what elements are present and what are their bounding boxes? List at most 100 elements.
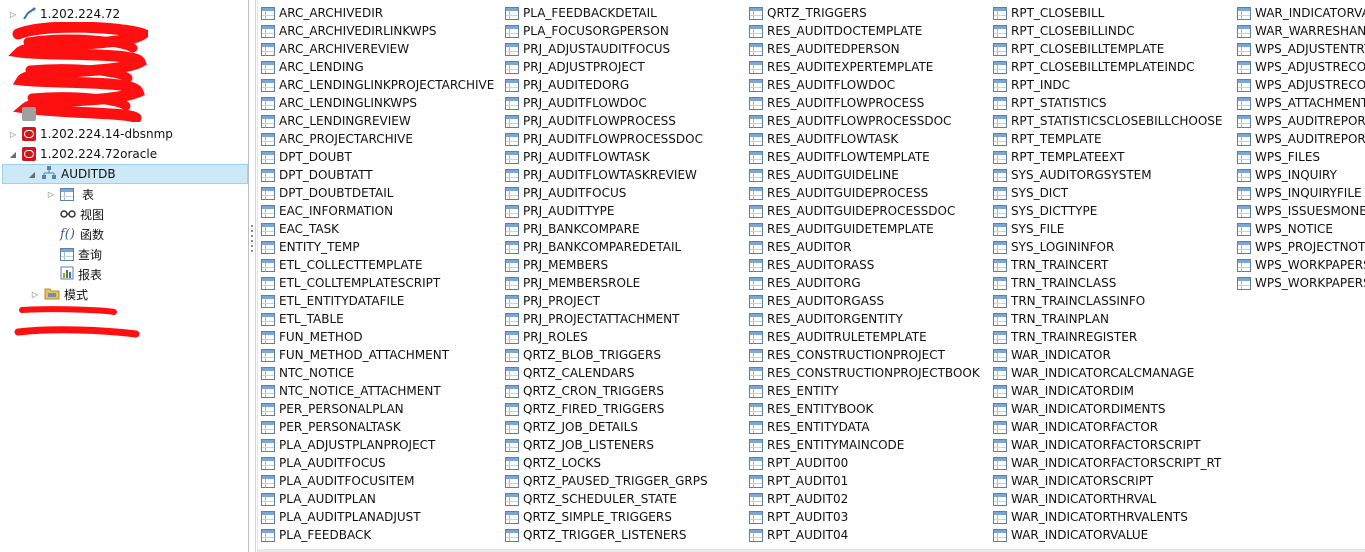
table-item[interactable]: RPT_INDC [993,76,1222,94]
table-item[interactable]: PLA_FEEDBACKDETAIL [505,4,708,22]
table-item[interactable]: SYS_AUDITORGSYSTEM [993,166,1222,184]
table-item[interactable]: PRJ_PROJECT [505,292,708,310]
table-item[interactable]: RES_AUDITGUIDELINE [749,166,980,184]
table-item[interactable]: PLA_ADJUSTPLANPROJECT [261,436,494,454]
table-item[interactable]: ARC_PROJECTARCHIVE [261,130,494,148]
table-item[interactable]: FUN_METHOD_ATTACHMENT [261,346,494,364]
table-item[interactable]: TRN_TRAINCLASS [993,274,1222,292]
table-item[interactable]: WAR_INDICATORDIMENTS [993,400,1222,418]
table-item[interactable]: PLA_AUDITPLANADJUST [261,508,494,526]
tree-node-connection-grey[interactable] [8,104,36,124]
table-item[interactable]: PLA_FEEDBACK [261,526,494,544]
table-item[interactable]: ENTITY_TEMP [261,238,494,256]
table-item[interactable]: WPS_ADJUSTENTRY [1237,40,1365,58]
table-item[interactable]: PER_PERSONALPLAN [261,400,494,418]
table-item[interactable]: EAC_INFORMATION [261,202,494,220]
table-item[interactable]: WPS_AUDITREPORT [1237,112,1365,130]
table-item[interactable]: RES_AUDITORGASS [749,292,980,310]
expand-icon[interactable] [8,109,18,119]
table-item[interactable]: RES_CONSTRUCTIONPROJECT [749,346,980,364]
table-item[interactable]: WPS_ADJUSTRECOI [1237,58,1365,76]
table-item[interactable]: ARC_ARCHIVEDIR [261,4,494,22]
table-item[interactable]: QRTZ_CALENDARS [505,364,708,382]
tree-node-connection-1[interactable]: ▷ 1.202.224.72 [8,4,120,24]
table-item[interactable]: RES_CONSTRUCTIONPROJECTBOOK [749,364,980,382]
table-item[interactable]: SYS_DICTTYPE [993,202,1222,220]
table-item[interactable]: PER_PERSONALTASK [261,418,494,436]
table-item[interactable]: PRJ_AUDITFLOWTASKREVIEW [505,166,708,184]
table-item[interactable]: QRTZ_TRIGGER_LISTENERS [505,526,708,544]
tree-node-queries[interactable]: 查询 [60,244,102,264]
table-item[interactable]: ARC_LENDING [261,58,494,76]
table-item[interactable]: PRJ_BANKCOMPAREDETAIL [505,238,708,256]
tree-node-oracle[interactable]: ◢ 1.202.224.72oracle [8,144,157,164]
table-item[interactable]: PRJ_MEMBERSROLE [505,274,708,292]
table-item[interactable]: QRTZ_PAUSED_TRIGGER_GRPS [505,472,708,490]
table-item[interactable]: RPT_AUDIT02 [749,490,980,508]
tree-node-tables[interactable]: ▷ 表 [46,184,94,204]
table-item[interactable]: QRTZ_LOCKS [505,454,708,472]
table-item[interactable]: RES_AUDITRULETEMPLATE [749,328,980,346]
table-item[interactable]: DPT_DOUBTDETAIL [261,184,494,202]
table-item[interactable]: ARC_LENDINGREVIEW [261,112,494,130]
table-item[interactable]: ETL_TABLE [261,310,494,328]
tree-node-auditdb[interactable]: ◢ AUDITDB [2,164,248,184]
table-item[interactable]: WPS_WORKPAPERS [1237,274,1365,292]
table-item[interactable]: RPT_AUDIT03 [749,508,980,526]
table-item[interactable]: PRJ_PROJECTATTACHMENT [505,310,708,328]
table-item[interactable]: RES_ENTITYBOOK [749,400,980,418]
table-item[interactable]: PLA_FOCUSORGPERSON [505,22,708,40]
table-item[interactable]: WPS_ISSUESMONE [1237,202,1365,220]
table-item[interactable]: SYS_FILE [993,220,1222,238]
table-item[interactable]: PRJ_ROLES [505,328,708,346]
table-item[interactable]: RPT_CLOSEBILLTEMPLATEINDC [993,58,1222,76]
expand-icon[interactable]: ▷ [8,9,18,19]
table-item[interactable]: QRTZ_CRON_TRIGGERS [505,382,708,400]
table-item[interactable]: WPS_ADJUSTRECOI [1237,76,1365,94]
table-item[interactable]: RPT_CLOSEBILL [993,4,1222,22]
table-item[interactable]: RES_AUDITFLOWDOC [749,76,980,94]
table-item[interactable]: PRJ_MEMBERS [505,256,708,274]
table-item[interactable]: ARC_ARCHIVEDIRLINKWPS [261,22,494,40]
table-item[interactable]: ARC_LENDINGLINKWPS [261,94,494,112]
table-item[interactable]: PRJ_AUDITFLOWTASK [505,148,708,166]
table-item[interactable]: RES_AUDITORG [749,274,980,292]
table-item[interactable]: WPS_PROJECTNOT [1237,238,1365,256]
table-item[interactable]: RPT_AUDIT00 [749,454,980,472]
table-item[interactable]: ETL_COLLECTTEMPLATE [261,256,494,274]
table-item[interactable]: WAR_INDICATORFACTORSCRIPT [993,436,1222,454]
table-item[interactable]: WPS_INQUIRY [1237,166,1365,184]
table-item[interactable]: DPT_DOUBT [261,148,494,166]
table-item[interactable]: PRJ_ADJUSTAUDITFOCUS [505,40,708,58]
table-item[interactable]: WAR_INDICATORDIM [993,382,1222,400]
table-item[interactable]: RES_AUDITGUIDEPROCESSDOC [749,202,980,220]
table-item[interactable]: PLA_AUDITPLAN [261,490,494,508]
table-item[interactable]: DPT_DOUBTATT [261,166,494,184]
splitter-grip[interactable] [250,222,254,322]
tree-node-views[interactable]: 视图 [60,204,104,224]
table-item[interactable]: SYS_DICT [993,184,1222,202]
expand-icon[interactable]: ▷ [8,129,18,139]
table-item[interactable]: RES_AUDITGUIDEPROCESS [749,184,980,202]
table-item[interactable]: ETL_COLLTEMPLATESCRIPT [261,274,494,292]
table-item[interactable]: WAR_INDICATORFACTOR [993,418,1222,436]
table-item[interactable]: RPT_STATISTICS [993,94,1222,112]
table-item[interactable]: RES_ENTITYDATA [749,418,980,436]
table-item[interactable]: RES_AUDITEDPERSON [749,40,980,58]
table-item[interactable]: TRN_TRAINCLASSINFO [993,292,1222,310]
table-item[interactable]: WPS_NOTICE [1237,220,1365,238]
table-item[interactable]: RES_ENTITY [749,382,980,400]
table-item[interactable]: RES_AUDITGUIDETEMPLATE [749,220,980,238]
table-item[interactable]: SYS_LOGININFOR [993,238,1222,256]
table-item[interactable]: WAR_INDICATORTHRVALENTS [993,508,1222,526]
table-item[interactable]: WAR_WARRESHAN [1237,22,1365,40]
table-item[interactable]: RPT_AUDIT01 [749,472,980,490]
table-item[interactable]: PRJ_ADJUSTPROJECT [505,58,708,76]
table-item[interactable]: QRTZ_SCHEDULER_STATE [505,490,708,508]
table-item[interactable]: QRTZ_BLOB_TRIGGERS [505,346,708,364]
table-item[interactable]: WPS_INQUIRYFILE [1237,184,1365,202]
table-item[interactable]: RES_AUDITEXPERTEMPLATE [749,58,980,76]
table-item[interactable]: NTC_NOTICE [261,364,494,382]
tree-node-functions[interactable]: f() 函数 [60,224,104,244]
table-item[interactable]: RES_AUDITOR [749,238,980,256]
